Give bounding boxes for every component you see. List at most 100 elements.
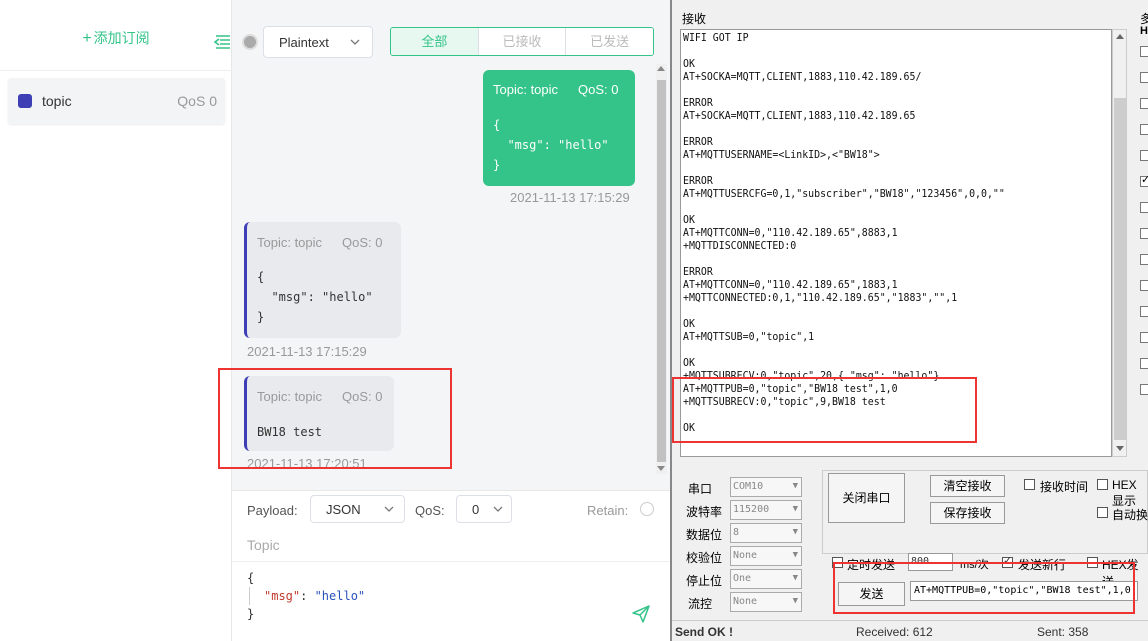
parity-label: 校验位 bbox=[686, 551, 723, 565]
payload-label: Payload: bbox=[247, 503, 298, 518]
send-icon[interactable] bbox=[631, 604, 651, 624]
multi-checkbox[interactable] bbox=[1140, 280, 1148, 291]
payload-type-select[interactable]: JSON bbox=[310, 495, 405, 523]
received-message-bubble: Topic: topic QoS: 0 { "msg": "hello" } bbox=[244, 222, 401, 338]
subscription-qos: QoS 0 bbox=[177, 93, 217, 109]
scroll-up-arrow-icon[interactable] bbox=[1116, 34, 1124, 39]
flow-select[interactable]: None ▼ bbox=[730, 592, 802, 612]
message-timestamp: 2021-11-13 17:15:29 bbox=[247, 344, 367, 359]
topic-color-swatch bbox=[18, 94, 32, 108]
port-select[interactable]: COM10 ▼ bbox=[730, 477, 802, 497]
chevron-down-icon bbox=[350, 39, 360, 45]
payload-editor[interactable]: { "msg": "hello" } bbox=[247, 569, 365, 623]
chevron-down-icon bbox=[384, 506, 394, 512]
multi-checkbox[interactable] bbox=[1140, 124, 1148, 135]
multi-checkbox[interactable] bbox=[1140, 254, 1148, 265]
divider bbox=[232, 561, 670, 562]
chevron-down-icon: ▼ bbox=[792, 596, 798, 606]
multi-checkbox[interactable] bbox=[1140, 202, 1148, 213]
retain-label: Retain: bbox=[587, 503, 629, 518]
qos-label: QoS: bbox=[415, 503, 445, 518]
message-payload: { "msg": "hello" } bbox=[493, 118, 609, 172]
multi-checkbox[interactable] bbox=[1140, 150, 1148, 161]
add-subscription-button[interactable]: + 添加订阅 bbox=[0, 28, 232, 48]
multi-checkbox[interactable] bbox=[1140, 358, 1148, 369]
message-qos: QoS: 0 bbox=[578, 82, 619, 97]
port-label: 串口 bbox=[688, 482, 713, 496]
multi-checkbox[interactable] bbox=[1140, 306, 1148, 317]
chevron-down-icon: ▼ bbox=[792, 504, 798, 514]
tab-all[interactable]: 全部 bbox=[391, 28, 478, 55]
clear-receive-button[interactable]: 清空接收 bbox=[930, 475, 1005, 497]
receive-label: 接收 bbox=[682, 12, 707, 26]
scroll-up-arrow-icon[interactable] bbox=[657, 66, 665, 71]
scrollbar-thumb[interactable] bbox=[657, 80, 666, 462]
highlight-annotation bbox=[833, 562, 1135, 614]
sidebar: + 添加订阅 topic QoS 0 bbox=[0, 0, 232, 641]
subscription-item-topic[interactable]: topic QoS 0 bbox=[8, 78, 225, 124]
divider bbox=[0, 70, 232, 71]
retain-radio[interactable] bbox=[640, 502, 654, 516]
highlight-annotation bbox=[672, 377, 977, 443]
qos-select[interactable]: 0 bbox=[456, 495, 512, 523]
stopbits-select[interactable]: One ▼ bbox=[730, 569, 802, 589]
baud-label: 波特率 bbox=[686, 505, 723, 519]
stopbits-label: 停止位 bbox=[686, 574, 723, 588]
add-subscription-label: 添加订阅 bbox=[93, 30, 150, 46]
chevron-down-icon: ▼ bbox=[792, 481, 798, 491]
multi-checkbox-checked[interactable] bbox=[1140, 173, 1148, 187]
send-status: Send OK ! bbox=[675, 625, 734, 639]
multi-checkbox[interactable] bbox=[1140, 72, 1148, 83]
hex-display-checkbox[interactable] bbox=[1097, 479, 1108, 490]
multi-checkbox[interactable] bbox=[1140, 332, 1148, 343]
auto-wrap-checkbox[interactable] bbox=[1097, 507, 1108, 518]
publish-panel: Payload: JSON QoS: 0 Retain: Topic { "ms… bbox=[232, 490, 670, 641]
sent-count: Sent: 358 bbox=[1037, 625, 1089, 639]
scrollbar-thumb[interactable] bbox=[1114, 98, 1126, 440]
qos-value: 0 bbox=[472, 502, 480, 517]
topic-input[interactable]: Topic bbox=[247, 537, 280, 553]
databits-select[interactable]: 8 ▼ bbox=[730, 523, 802, 543]
collapse-menu-icon[interactable] bbox=[214, 34, 232, 50]
parity-select[interactable]: None ▼ bbox=[730, 546, 802, 566]
chevron-down-icon: ▼ bbox=[792, 527, 798, 537]
recv-time-checkbox[interactable] bbox=[1024, 479, 1035, 490]
chevron-down-icon: ▼ bbox=[792, 573, 798, 583]
message-payload: { "msg": "hello" } bbox=[257, 270, 373, 324]
message-topic: Topic: topic bbox=[257, 235, 323, 250]
received-count: Received: 612 bbox=[856, 625, 933, 639]
save-receive-button[interactable]: 保存接收 bbox=[930, 502, 1005, 524]
tab-received[interactable]: 已接收 bbox=[477, 28, 566, 55]
baud-select[interactable]: 115200 ▼ bbox=[730, 500, 802, 520]
multi-checkbox[interactable] bbox=[1140, 384, 1148, 395]
tab-sent[interactable]: 已发送 bbox=[565, 28, 653, 55]
flow-label: 流控 bbox=[688, 597, 713, 611]
payload-format-value: Plaintext bbox=[279, 35, 329, 50]
message-timestamp: 2021-11-13 17:15:29 bbox=[510, 190, 630, 205]
payload-type-value: JSON bbox=[326, 502, 361, 517]
recv-time-label: 接收时间 bbox=[1040, 480, 1089, 494]
hex-header-label: HI bbox=[1140, 25, 1148, 37]
chevron-down-icon bbox=[493, 506, 503, 512]
message-topic: Topic: topic bbox=[493, 82, 559, 97]
subscription-topic-name: topic bbox=[42, 93, 72, 109]
scroll-down-arrow-icon[interactable] bbox=[1116, 446, 1124, 451]
hex-display-label: HEX显示 bbox=[1112, 478, 1137, 508]
plus-icon: + bbox=[82, 30, 92, 47]
highlight-annotation bbox=[218, 368, 452, 469]
sent-message-bubble: Topic: topic QoS: 0 { "msg": "hello" } bbox=[483, 70, 635, 186]
close-port-button[interactable]: 关闭串口 bbox=[828, 473, 905, 523]
serial-log: WIFI GOT IP OK AT+SOCKA=MQTT,CLIENT,1883… bbox=[683, 31, 1005, 434]
scroll-down-arrow-icon[interactable] bbox=[657, 466, 665, 471]
message-filter-tabs: 全部 已接收 已发送 bbox=[390, 27, 654, 56]
status-bar: Send OK ! Received: 612 Sent: 358 bbox=[672, 620, 1148, 641]
message-qos: QoS: 0 bbox=[342, 235, 383, 250]
chevron-down-icon: ▼ bbox=[792, 550, 798, 560]
multi-checkbox[interactable] bbox=[1140, 98, 1148, 109]
payload-format-select[interactable]: Plaintext bbox=[263, 26, 373, 58]
databits-label: 数据位 bbox=[686, 528, 723, 542]
multi-checkbox[interactable] bbox=[1140, 228, 1148, 239]
auto-wrap-label: 自动换 bbox=[1112, 508, 1148, 522]
multi-checkbox[interactable] bbox=[1140, 46, 1148, 57]
connection-status-indicator bbox=[242, 34, 258, 50]
